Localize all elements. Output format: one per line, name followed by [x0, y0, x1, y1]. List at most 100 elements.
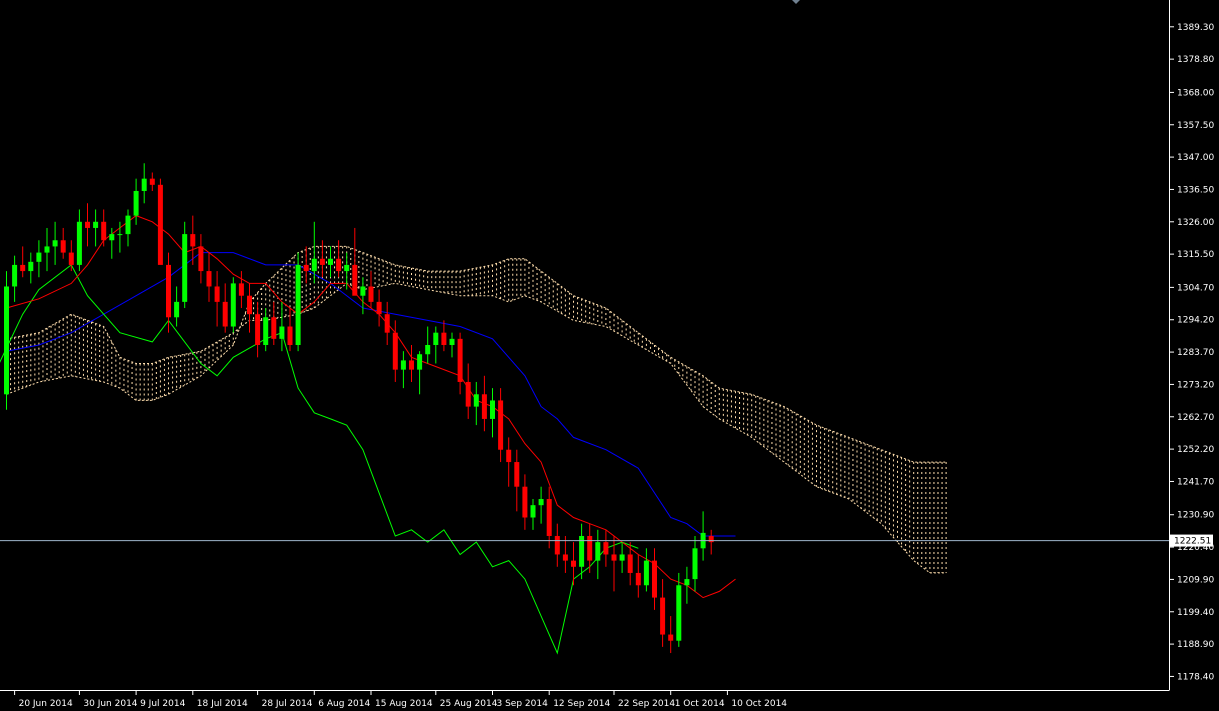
candle-body [141, 178, 147, 191]
candle-body [214, 286, 220, 302]
y-tick-label: 1389.30 [1177, 23, 1214, 33]
y-tick-label: 1262.70 [1177, 413, 1214, 423]
candle-body [247, 295, 252, 315]
candle [230, 277, 236, 333]
candle-body [465, 381, 471, 407]
candle-body [635, 572, 641, 586]
candle-body [708, 535, 714, 543]
y-tick-label: 1326.00 [1177, 218, 1214, 228]
candle-body [222, 301, 228, 327]
candle-body [311, 258, 317, 272]
candle-body [174, 301, 180, 318]
y-tick-label: 1283.70 [1177, 348, 1214, 358]
x-tick-label: 12 Sep 2014 [553, 699, 610, 709]
candle-body [238, 283, 244, 296]
candle-body [643, 560, 649, 586]
y-tick-label: 1315.50 [1177, 250, 1214, 260]
candle-body [352, 264, 358, 296]
y-tick-label: 1378.80 [1177, 55, 1214, 65]
x-tick-label: 9 Jul 2014 [140, 699, 185, 709]
price-tag-label: 1222.51 [1174, 537, 1211, 547]
candle-body [498, 400, 504, 450]
y-tick-label: 1188.90 [1177, 640, 1214, 650]
candle-body [52, 240, 58, 247]
y-tick-label: 1336.50 [1177, 185, 1214, 195]
candle-body [344, 264, 350, 272]
candle [157, 178, 163, 265]
candle-body [360, 286, 366, 296]
candle-body [692, 548, 698, 580]
x-tick-label: 25 Aug 2014 [440, 699, 498, 709]
candle-body [4, 286, 9, 395]
candle-body [319, 258, 325, 265]
candle-body [93, 221, 99, 228]
candle [182, 221, 188, 309]
candle-body [522, 486, 528, 518]
candle-body [117, 234, 123, 236]
candle-body [449, 338, 455, 345]
x-tick-label: 22 Sep 2014 [618, 699, 675, 709]
candle-body [109, 234, 115, 241]
candle-body [668, 634, 674, 641]
candle-body [627, 554, 633, 573]
candle-body [271, 317, 277, 339]
candle-body [562, 554, 568, 561]
candle-body [166, 264, 171, 318]
candle-body [490, 400, 495, 419]
candle-body [190, 234, 196, 247]
candle-body [457, 338, 463, 382]
x-tick-label: 30 Jun 2014 [83, 699, 137, 709]
candle-body [571, 560, 576, 567]
chart-background [0, 0, 1219, 711]
x-tick-label: 18 Jul 2014 [197, 699, 248, 709]
candle-body [230, 283, 236, 327]
candle-body [101, 221, 107, 241]
chart-root: 1389.30 1378.80 1368.00 1357.50 1347.00 1336.… [0, 0, 1219, 711]
candle-body [20, 264, 26, 272]
candle-body [530, 505, 536, 518]
ichimoku-chart[interactable]: 1389.30 1378.80 1368.00 1357.50 1347.00 1336.… [0, 0, 1219, 711]
candle-body [12, 264, 18, 287]
candle-body [149, 178, 155, 185]
candle-body [182, 234, 188, 302]
y-tick-label: 1199.40 [1177, 608, 1214, 618]
candle [295, 252, 301, 352]
y-tick-label: 1209.90 [1177, 575, 1214, 585]
candle-body [433, 332, 439, 345]
candle-body [44, 246, 50, 253]
candle-body [255, 314, 261, 345]
candle-body [384, 314, 390, 333]
candle-body [28, 261, 34, 272]
candle-body [417, 354, 423, 370]
candle-body [619, 554, 625, 561]
candle-body [538, 499, 544, 506]
x-tick-label: 1 Oct 2014 [675, 699, 725, 709]
x-tick-label: 6 Aug 2014 [318, 699, 370, 709]
candle-body [198, 246, 204, 272]
candle-body [425, 345, 431, 355]
candle-body [303, 264, 309, 272]
candle-body [554, 535, 560, 555]
y-tick-label: 1368.00 [1177, 88, 1214, 98]
candle-body [376, 301, 382, 315]
y-tick-label: 1252.20 [1177, 445, 1214, 455]
candle-body [514, 462, 520, 487]
candle-body [328, 258, 333, 265]
x-tick-label: 15 Aug 2014 [375, 699, 433, 709]
y-tick-label: 1273.20 [1177, 380, 1214, 390]
candle-body [409, 360, 414, 370]
x-tick-label: 28 Jul 2014 [262, 699, 313, 709]
candle-body [133, 190, 139, 216]
candle-body [392, 332, 398, 370]
candle-body [206, 271, 212, 287]
candle-body [684, 579, 690, 586]
candle-body [263, 317, 269, 345]
candle-body [68, 252, 74, 265]
y-tick-label: 1294.20 [1177, 316, 1214, 326]
candle-body [603, 542, 609, 555]
y-tick-label: 1178.40 [1177, 672, 1214, 682]
candle-body [76, 221, 82, 265]
candle [4, 271, 9, 410]
candle-body [676, 585, 682, 641]
candle-body [473, 394, 479, 407]
